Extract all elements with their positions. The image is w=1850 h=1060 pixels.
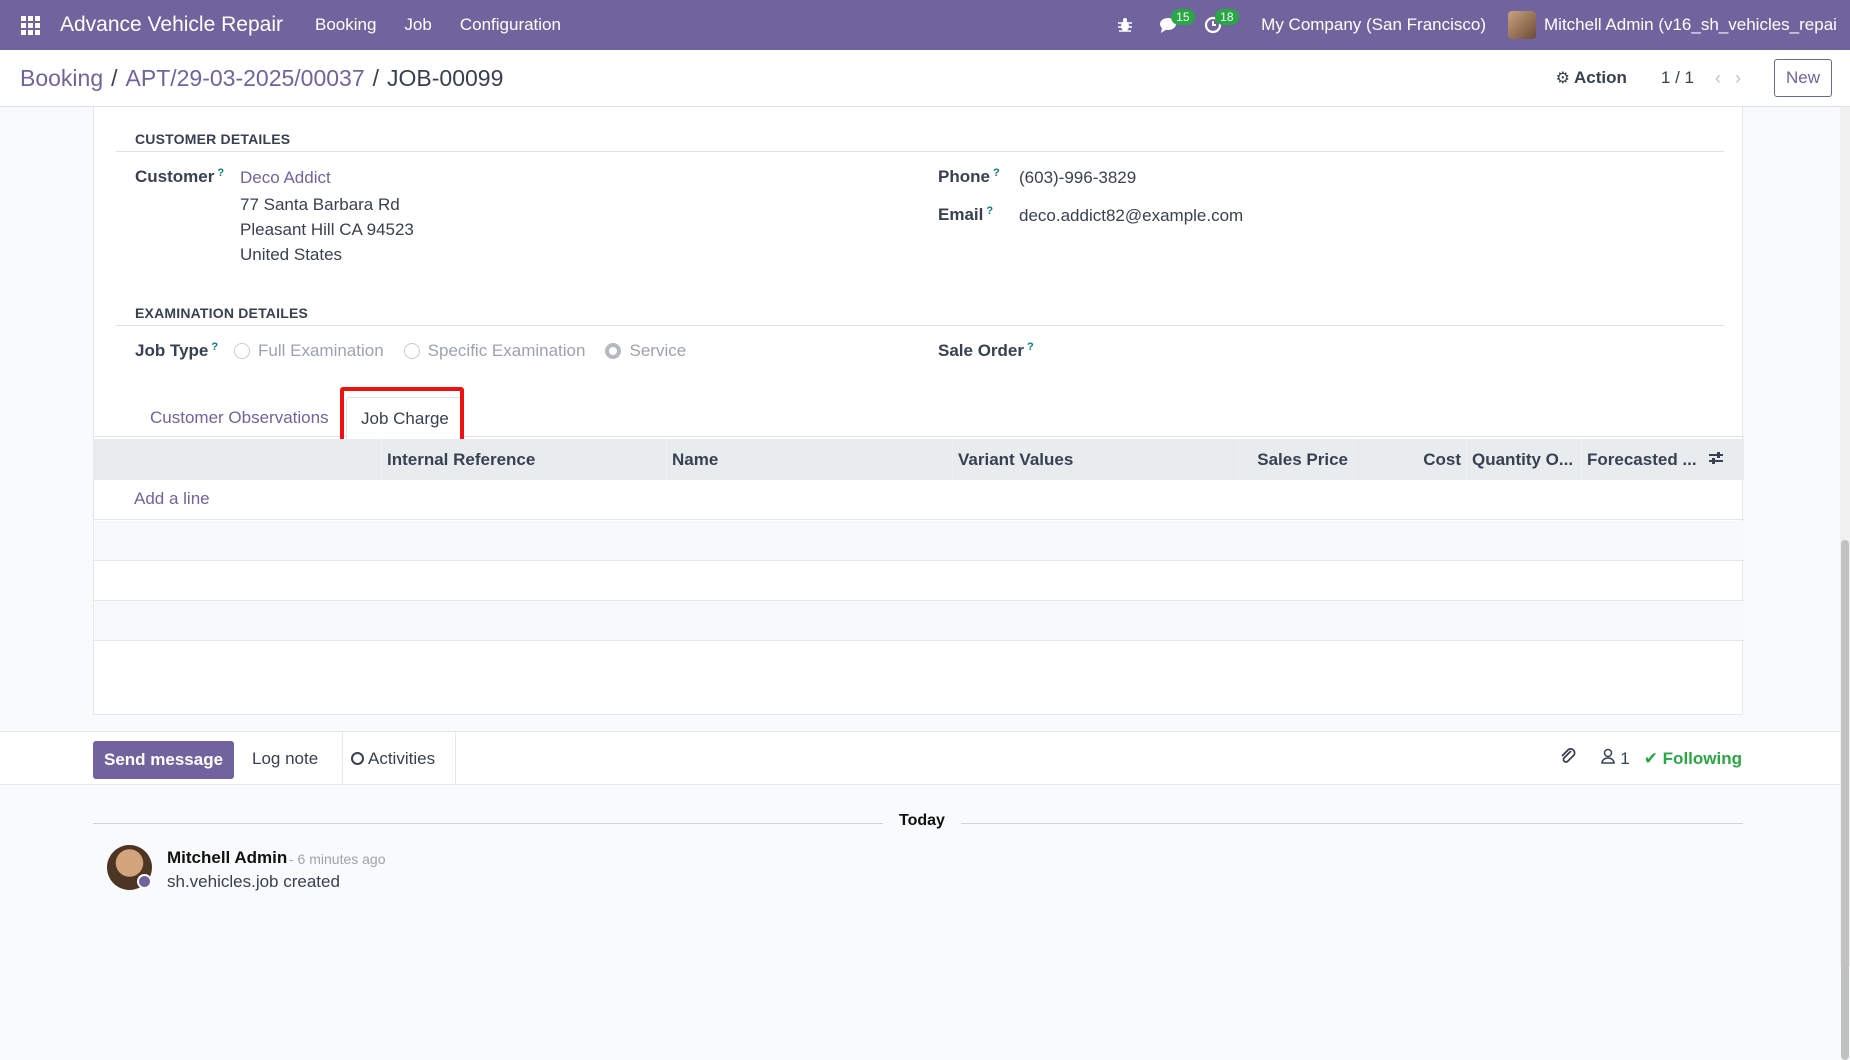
followers-button[interactable]: 1	[1601, 748, 1630, 769]
action-button[interactable]: ⚙ Action	[1556, 68, 1627, 88]
menu-job[interactable]: Job	[390, 15, 445, 35]
column-internal-reference[interactable]: Internal Reference	[381, 439, 666, 480]
menu-booking[interactable]: Booking	[301, 15, 390, 35]
vertical-scrollbar[interactable]	[1840, 107, 1850, 1060]
job-type-label: Job Type?	[135, 341, 219, 360]
messages-chat-icon[interactable]: 15	[1147, 0, 1195, 50]
scrollbar-thumb[interactable]	[1841, 540, 1849, 1060]
activities-clock-icon[interactable]: 18	[1191, 0, 1239, 50]
column-variant-values[interactable]: Variant Values	[952, 439, 1238, 480]
help-tooltip-icon[interactable]: ?	[217, 167, 224, 179]
top-navbar: Advance Vehicle Repair Booking Job Confi…	[0, 0, 1850, 50]
message-timestamp: - 6 minutes ago	[289, 851, 386, 867]
column-sales-price[interactable]: Sales Price	[1238, 439, 1353, 480]
following-button[interactable]: ✔ Following	[1644, 749, 1742, 769]
chatter-toolbar: Send message Log note Activities 1 ✔ Fol…	[0, 731, 1850, 785]
breadcrumb-current-job: JOB-00099	[387, 64, 504, 91]
clock-icon	[351, 752, 364, 765]
job-type-radio-group: Full Examination Specific Examination Se…	[234, 341, 706, 361]
breadcrumb-booking[interactable]: Booking	[20, 65, 103, 91]
examination-section-title: EXAMINATION DETAILES	[135, 305, 309, 321]
customer-label: Customer?	[135, 167, 225, 186]
table-row	[94, 601, 1744, 641]
column-name[interactable]: Name	[666, 439, 952, 480]
phone-label: Phone?	[938, 167, 1000, 186]
debug-bug-icon[interactable]	[1103, 0, 1147, 50]
column-quantity-on-hand[interactable]: Quantity O...	[1466, 439, 1581, 480]
breadcrumb: Booking / APT/29-03-2025/00037/JOB-00099	[20, 64, 504, 91]
job-charge-table-header: Internal Reference Name Variant Values S…	[94, 439, 1744, 480]
app-brand[interactable]: Advance Vehicle Repair	[60, 13, 283, 37]
gear-icon: ⚙	[1555, 70, 1570, 87]
column-cost[interactable]: Cost	[1353, 439, 1466, 480]
followers-count: 1	[1620, 749, 1630, 768]
pager-value[interactable]: 1 / 1	[1661, 68, 1694, 88]
help-tooltip-icon[interactable]: ?	[993, 167, 1000, 179]
form-sheet: CUSTOMER DETAILES Customer? Deco Addict …	[93, 107, 1744, 715]
send-message-button[interactable]: Send message	[93, 741, 235, 779]
check-icon: ✔	[1643, 748, 1658, 768]
online-status-dot	[137, 874, 152, 889]
action-label: Action	[1574, 68, 1627, 87]
paperclip-icon[interactable]	[1559, 747, 1577, 770]
tab-customer-observations[interactable]: Customer Observations	[136, 397, 343, 439]
column-forecasted[interactable]: Forecasted ...	[1581, 439, 1696, 480]
job-type-service[interactable]: Service	[605, 341, 686, 361]
message-author[interactable]: Mitchell Admin	[167, 848, 287, 868]
table-row	[94, 480, 1744, 520]
sale-order-label: Sale Order?	[938, 341, 1034, 360]
email-value[interactable]: deco.addict82@example.com	[1019, 206, 1243, 226]
section-divider	[116, 325, 1724, 326]
radio-button[interactable]	[234, 343, 250, 359]
new-button[interactable]: New	[1773, 59, 1832, 97]
pager-next-icon[interactable]: ›	[1735, 68, 1741, 89]
control-panel: Booking / APT/29-03-2025/00037/JOB-00099 ⚙…	[0, 50, 1850, 107]
highlight-annotation	[340, 387, 464, 443]
activities-badge: 18	[1215, 9, 1239, 25]
job-type-full-examination[interactable]: Full Examination	[234, 341, 384, 361]
date-separator-today: Today	[883, 812, 961, 830]
user-name: Mitchell Admin (v16_sh_vehicles_repai...	[1544, 15, 1838, 34]
customer-address-line3: United States	[240, 245, 343, 264]
log-note-button[interactable]: Log note	[228, 732, 344, 785]
user-icon	[1601, 748, 1616, 764]
menu-configuration[interactable]: Configuration	[446, 15, 575, 35]
customer-name-link[interactable]: Deco Addict	[240, 168, 331, 188]
customer-address-line1: 77 Santa Barbara Rd	[240, 195, 400, 214]
section-divider	[116, 151, 1724, 152]
customer-address-line2: Pleasant Hill CA 94523	[240, 220, 414, 239]
message-body: sh.vehicles.job created	[167, 872, 340, 891]
activities-button[interactable]: Activities	[331, 732, 457, 785]
optional-columns-sliders-icon[interactable]	[1708, 451, 1724, 470]
table-row	[94, 561, 1744, 601]
breadcrumb-appointment[interactable]: APT/29-03-2025/00037	[126, 65, 365, 91]
apps-menu-icon[interactable]	[0, 0, 60, 50]
radio-button[interactable]	[403, 343, 420, 359]
job-type-specific-examination[interactable]: Specific Examination	[403, 341, 585, 361]
help-tooltip-icon[interactable]: ?	[986, 205, 993, 217]
user-avatar	[1508, 11, 1536, 39]
help-tooltip-icon[interactable]: ?	[1027, 341, 1034, 353]
add-a-line-link[interactable]: Add a line	[134, 489, 210, 509]
help-tooltip-icon[interactable]: ?	[211, 341, 218, 353]
email-label: Email?	[938, 205, 994, 224]
company-switcher[interactable]: My Company (San Francisco)	[1261, 15, 1486, 35]
radio-button-checked[interactable]	[605, 343, 622, 359]
user-menu[interactable]: Mitchell Admin (v16_sh_vehicles_repai...	[1508, 11, 1838, 39]
customer-section-title: CUSTOMER DETAILES	[135, 131, 291, 147]
phone-value[interactable]: (603)-996-3829	[1019, 168, 1136, 188]
table-row	[94, 521, 1744, 561]
pager-previous-icon[interactable]: ‹	[1715, 68, 1721, 89]
